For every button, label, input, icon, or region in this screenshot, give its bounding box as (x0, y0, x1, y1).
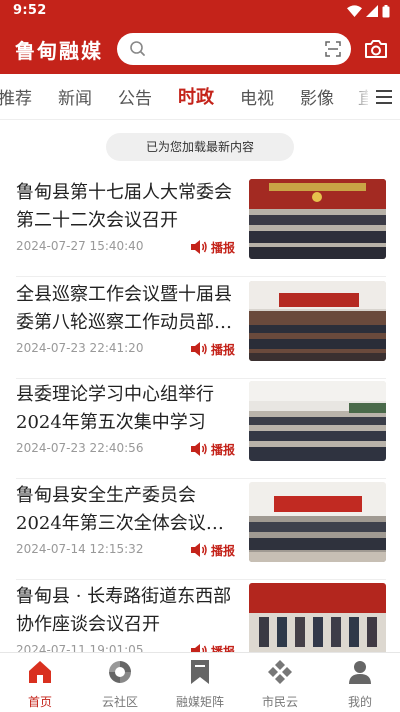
play-label: 播报 (211, 543, 236, 558)
play-broadcast-button[interactable]: 播报 (190, 541, 235, 559)
wifi-icon (347, 5, 362, 17)
search-input[interactable] (153, 38, 313, 60)
status-bar: 9:52 (0, 0, 400, 24)
bottom-nav: 首页 云社区 融媒矩阵 市民云 我的 (0, 652, 400, 712)
signal-icon (366, 5, 378, 17)
battery-icon (382, 4, 390, 17)
camera-icon[interactable] (364, 39, 388, 59)
news-item[interactable]: 鲁甸县第十七届人大常委会第二十二次会议召开 2024-07-27 15:40:4… (16, 179, 386, 277)
news-title[interactable]: 全县巡察工作会议暨十届县委第八轮巡察工作动员部署会召开 (16, 281, 240, 337)
nav-cloud-community[interactable]: 云社区 (80, 659, 160, 709)
tab-recommend[interactable]: 推荐 (0, 84, 32, 109)
menu-icon[interactable] (368, 74, 400, 119)
status-time: 9:52 (13, 3, 47, 18)
tab-notice[interactable]: 公告 (118, 84, 152, 109)
play-label: 播报 (211, 342, 236, 357)
nav-me[interactable]: 我的 (320, 659, 400, 709)
scan-icon[interactable] (325, 41, 341, 57)
play-broadcast-button[interactable]: 播报 (190, 238, 235, 256)
refresh-notice: 已为您加载最新内容 (106, 133, 294, 161)
news-thumbnail[interactable] (249, 583, 386, 663)
news-item[interactable]: 县委理论学习中心组举行2024年第五次集中学习 2024-07-23 22:40… (16, 381, 386, 479)
speaker-icon (191, 442, 207, 456)
news-thumbnail[interactable] (249, 381, 386, 461)
app-logo-title: 鲁甸融媒 (15, 39, 103, 63)
speaker-icon (191, 543, 207, 557)
news-time: 2024-07-23 22:41:20 (16, 341, 144, 355)
nav-label: 我的 (347, 695, 372, 709)
search-icon (130, 41, 145, 56)
speaker-icon (191, 240, 207, 254)
news-thumbnail[interactable] (249, 482, 386, 562)
app-header: 9:52 鲁甸融媒 (0, 0, 400, 74)
news-thumbnail[interactable] (249, 281, 386, 361)
tab-politics[interactable]: 时政 (178, 83, 214, 109)
play-broadcast-button[interactable]: 播报 (190, 340, 235, 358)
nav-label: 融媒矩阵 (175, 695, 224, 709)
tab-video[interactable]: 影像 (300, 84, 334, 109)
news-title[interactable]: 鲁甸县安全生产委员会2024年第三次全体会议召开 (16, 482, 240, 538)
play-label: 播报 (211, 240, 236, 255)
news-time: 2024-07-27 15:40:40 (16, 239, 144, 253)
speaker-icon (191, 342, 207, 356)
nav-citizen-cloud[interactable]: 市民云 (240, 659, 320, 709)
news-thumbnail[interactable] (249, 179, 386, 259)
channel-tabs: 推荐 新闻 公告 时政 电视 影像 直 (0, 74, 400, 120)
news-title[interactable]: 鲁甸县 · 长寿路街道东西部协作座谈会议召开 (16, 583, 240, 639)
search-box[interactable] (117, 33, 351, 65)
home-icon (29, 661, 51, 683)
nav-media-matrix[interactable]: 融媒矩阵 (160, 659, 240, 709)
play-label: 播报 (211, 442, 236, 457)
tab-news[interactable]: 新闻 (58, 84, 92, 109)
news-time: 2024-07-14 12:15:32 (16, 542, 144, 556)
nav-label: 云社区 (101, 695, 138, 709)
cloud-community-icon (109, 661, 131, 683)
news-title[interactable]: 鲁甸县第十七届人大常委会第二十二次会议召开 (16, 179, 240, 235)
news-item[interactable]: 全县巡察工作会议暨十届县委第八轮巡察工作动员部署会召开 2024-07-23 2… (16, 281, 386, 379)
nav-home[interactable]: 首页 (0, 659, 80, 709)
user-icon (349, 661, 371, 684)
status-icons (347, 4, 390, 18)
diamond-grid-icon (268, 660, 292, 684)
news-title[interactable]: 县委理论学习中心组举行2024年第五次集中学习 (16, 381, 240, 437)
play-broadcast-button[interactable]: 播报 (190, 440, 235, 458)
tab-tv[interactable]: 电视 (240, 84, 274, 109)
nav-label: 首页 (27, 695, 52, 709)
nav-label: 市民云 (261, 695, 298, 709)
bookmark-icon (191, 660, 209, 684)
news-time: 2024-07-23 22:40:56 (16, 441, 144, 455)
news-item[interactable]: 鲁甸县安全生产委员会2024年第三次全体会议召开 2024-07-14 12:1… (16, 482, 386, 580)
app-screen: 9:52 鲁甸融媒 推荐 新闻 公告 时政 电视 影像 已为您加载最新内容 鲁甸… (0, 0, 400, 712)
